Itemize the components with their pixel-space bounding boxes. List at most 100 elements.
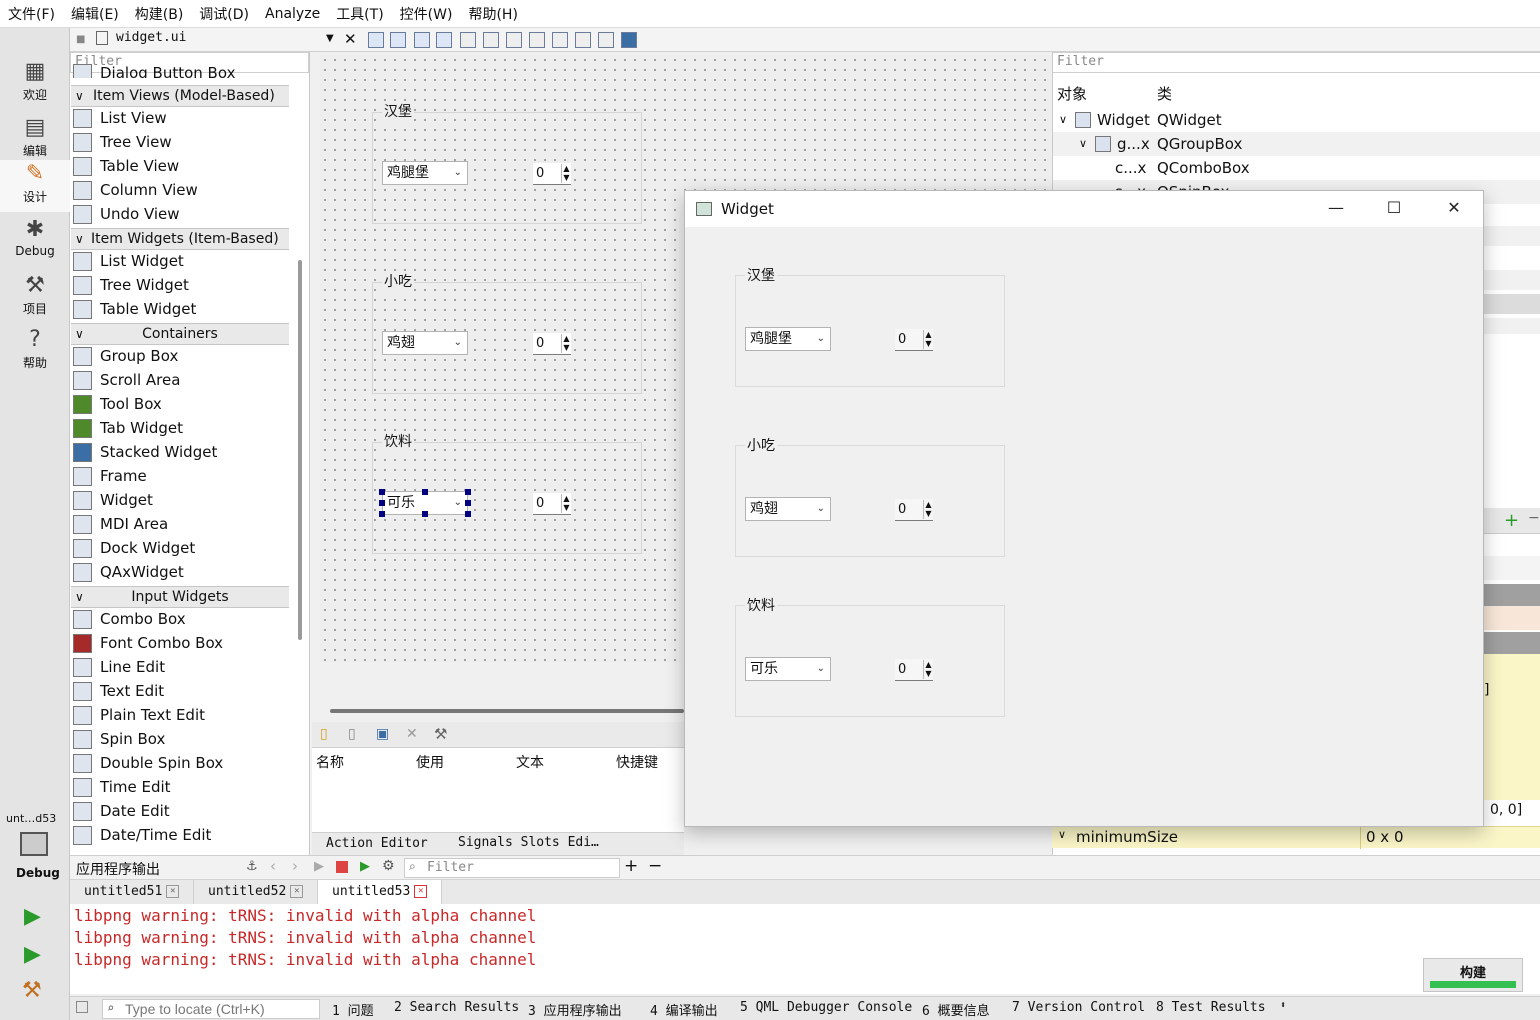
status-qml-console[interactable]: 5 QML Debugger Console [740,1000,912,1015]
maximize-button[interactable]: ☐ [1365,191,1423,227]
status-test-results[interactable]: 8 Test Results [1156,1000,1266,1015]
layout-vertical-icon[interactable] [483,32,499,48]
updown-icon[interactable]: ▲ ▼ [561,494,571,513]
widget-item[interactable]: Dialog Button Box [73,64,235,78]
menu-tools[interactable]: 工具(T) [336,4,383,24]
widget-item[interactable]: Combo Box [73,607,186,631]
monitor-icon[interactable] [20,832,48,856]
selection-handle[interactable] [379,500,385,506]
widget-item[interactable]: Column View [73,178,198,202]
layout-splitter-h-icon[interactable] [506,32,522,48]
close-icon[interactable]: ✕ [290,885,304,898]
updown-icon[interactable]: ▲ ▼ [561,334,571,353]
selection-handle[interactable] [465,511,471,517]
mode-debug[interactable]: ✱ Debug [0,216,70,268]
header-object[interactable]: 对象 [1057,82,1087,106]
status-app-output[interactable]: 3 应用程序输出 [528,1000,622,1019]
spin-drink[interactable]: 0 ▲ ▼ [533,493,571,515]
chevron-down-icon[interactable]: ▼ [326,33,334,44]
tree-row[interactable]: ∨ g...x QGroupBox [1053,132,1540,156]
spin-drink[interactable]: 0 ▲ ▼ [895,659,933,681]
menu-widgets[interactable]: 控件(W) [400,4,453,24]
run-icon[interactable]: ▶ [24,904,41,929]
status-compile-output[interactable]: 4 编译输出 [650,1000,718,1019]
gear-icon[interactable]: ⚙ [382,858,395,874]
copy-action-icon[interactable]: ▯ [348,726,356,742]
mode-help[interactable]: ? 帮助 [0,326,70,378]
widget-item[interactable]: MDI Area [73,512,168,536]
locator-input[interactable]: ⌕ Type to locate (Ctrl+K) [102,999,320,1019]
break-layout-icon[interactable] [598,32,614,48]
updown-icon[interactable]: ▲ ▼ [923,330,933,349]
widget-item[interactable]: List View [73,106,167,130]
widget-item[interactable]: Stacked Widget [73,440,217,464]
canvas-scrollbar[interactable] [330,709,684,713]
category-input-widgets[interactable]: ∨ Input Widgets [71,586,289,608]
widget-item[interactable]: Double Spin Box [73,751,223,775]
widget-item[interactable]: Scroll Area [73,368,180,392]
build-progress[interactable]: 构建 [1423,958,1523,992]
widget-item[interactable]: Tab Widget [73,416,183,440]
selection-handle[interactable] [465,500,471,506]
output-filter-input[interactable]: ⌕ Filter [404,858,620,878]
attach-icon[interactable]: ⚓ [246,859,258,874]
combo-drink[interactable]: 可乐 ⌄ [745,657,831,681]
spin-snack[interactable]: 0 ▲ ▼ [895,499,933,521]
combo-snack[interactable]: 鸡翅 ⌄ [382,331,468,355]
tree-row[interactable]: c...x QComboBox [1053,156,1540,180]
widget-item[interactable]: Table View [73,154,179,178]
column-header[interactable]: 文本 [516,752,544,772]
widget-item[interactable]: Line Edit [73,655,165,679]
menu-help[interactable]: 帮助(H) [468,4,517,24]
selection-handle[interactable] [465,489,471,495]
menu-analyze[interactable]: Analyze [265,6,320,22]
widget-item[interactable]: Dock Widget [73,536,195,560]
document-name[interactable]: widget.ui [96,30,186,45]
add-property-icon[interactable]: + [1504,510,1519,531]
widget-item[interactable]: Widget [73,488,153,512]
minimize-button[interactable]: — [1307,191,1365,227]
mode-design[interactable]: ✎ 设计 [0,160,70,212]
widget-item[interactable]: Undo View [73,202,180,226]
category-containers[interactable]: ∨ Containers [71,323,289,345]
delete-action-icon[interactable]: ✕ [406,726,418,742]
mode-projects[interactable]: ⚒ 项目 [0,272,70,324]
close-document-icon[interactable]: ✕ [344,30,357,48]
close-icon[interactable]: ✕ [414,885,428,898]
widget-item[interactable]: Frame [73,464,147,488]
edit-widgets-icon[interactable] [368,32,384,48]
category-item-views[interactable]: ∨ Item Views (Model-Based) [71,85,289,107]
preview-window[interactable]: Widget — ☐ ✕ 汉堡 鸡腿堡 ⌄ 0 ▲ ▼ 小吃 鸡翅 ⌄ 0 ▲ ▼ 饮料 可… [684,190,1484,827]
header-class[interactable]: 类 [1157,82,1172,106]
combo-burger[interactable]: 鸡腿堡 ⌄ [745,327,831,351]
adjust-size-icon[interactable] [621,32,637,48]
zoom-out-icon[interactable]: − [648,856,662,876]
mode-welcome[interactable]: ▦ 欢迎 [0,58,70,110]
menu-file[interactable]: 文件(F) [8,4,55,24]
selection-handle[interactable] [422,511,428,517]
property-row-minimumsize[interactable]: ∨ minimumSize 0 x 0 [1052,826,1540,849]
combo-burger[interactable]: 鸡腿堡 ⌄ [382,161,468,185]
debug-run-icon[interactable]: ▶ [24,942,41,967]
tab-untitled52[interactable]: untitled52 ✕ [194,880,318,904]
widget-item[interactable]: Tree View [73,130,172,154]
status-search-results[interactable]: 2 Search Results [394,1000,519,1015]
widget-box-scrollbar[interactable] [298,260,302,640]
widget-item[interactable]: Group Box [73,344,178,368]
widget-item[interactable]: Font Combo Box [73,631,223,655]
widget-item[interactable]: Tree Widget [73,273,189,297]
status-issues[interactable]: 1 问题 [332,1000,374,1019]
property-value[interactable]: 0, 0] [1490,802,1522,818]
tab-action-editor[interactable]: Action Editor [326,836,428,851]
updown-icon[interactable]: ⬍ [1280,1000,1286,1011]
close-icon[interactable]: ✕ [166,885,180,898]
updown-icon[interactable]: ▲ ▼ [923,500,933,519]
widget-item[interactable]: Tool Box [73,392,162,416]
layout-horizontal-icon[interactable] [460,32,476,48]
column-header[interactable]: 名称 [316,752,344,772]
status-version-control[interactable]: 7 Version Control [1012,1000,1145,1015]
updown-icon[interactable]: ▲ ▼ [561,164,571,183]
toggle-sidebar-icon[interactable] [76,1001,88,1013]
tab-untitled53[interactable]: untitled53 ✕ [318,880,442,904]
column-header[interactable]: 使用 [416,752,444,772]
